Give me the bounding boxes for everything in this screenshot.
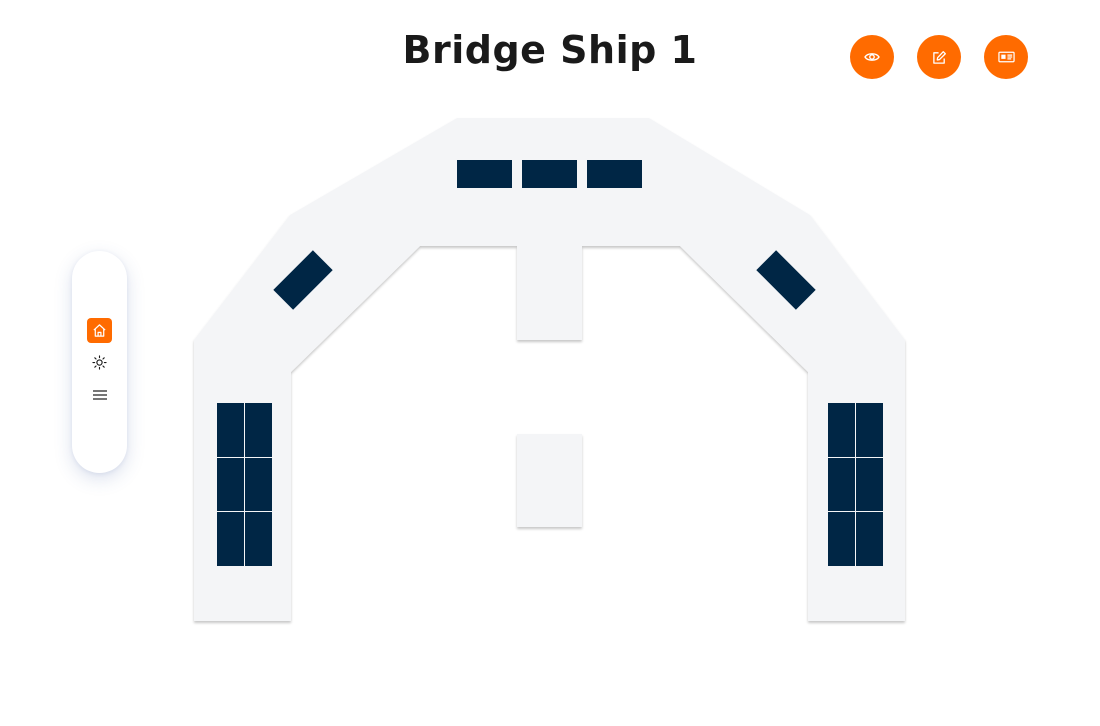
desk[interactable]: [245, 403, 272, 457]
desk[interactable]: [587, 160, 642, 188]
floor-plan: [194, 118, 905, 621]
desk[interactable]: [856, 403, 883, 457]
desk[interactable]: [856, 458, 883, 511]
center-console: [517, 434, 582, 527]
desk[interactable]: [856, 512, 883, 566]
desk[interactable]: [457, 160, 512, 188]
bridge-floor-area: [194, 118, 905, 621]
desk[interactable]: [828, 512, 855, 566]
desk[interactable]: [245, 458, 272, 511]
desk[interactable]: [217, 512, 244, 566]
desk[interactable]: [828, 458, 855, 511]
desk[interactable]: [522, 160, 577, 188]
desk[interactable]: [245, 512, 272, 566]
bridge-ship-page: Bridge Ship 1: [0, 0, 1100, 726]
desk[interactable]: [217, 458, 244, 511]
desk-cluster-top: [457, 160, 642, 188]
desk[interactable]: [828, 403, 855, 457]
desk[interactable]: [217, 403, 244, 457]
